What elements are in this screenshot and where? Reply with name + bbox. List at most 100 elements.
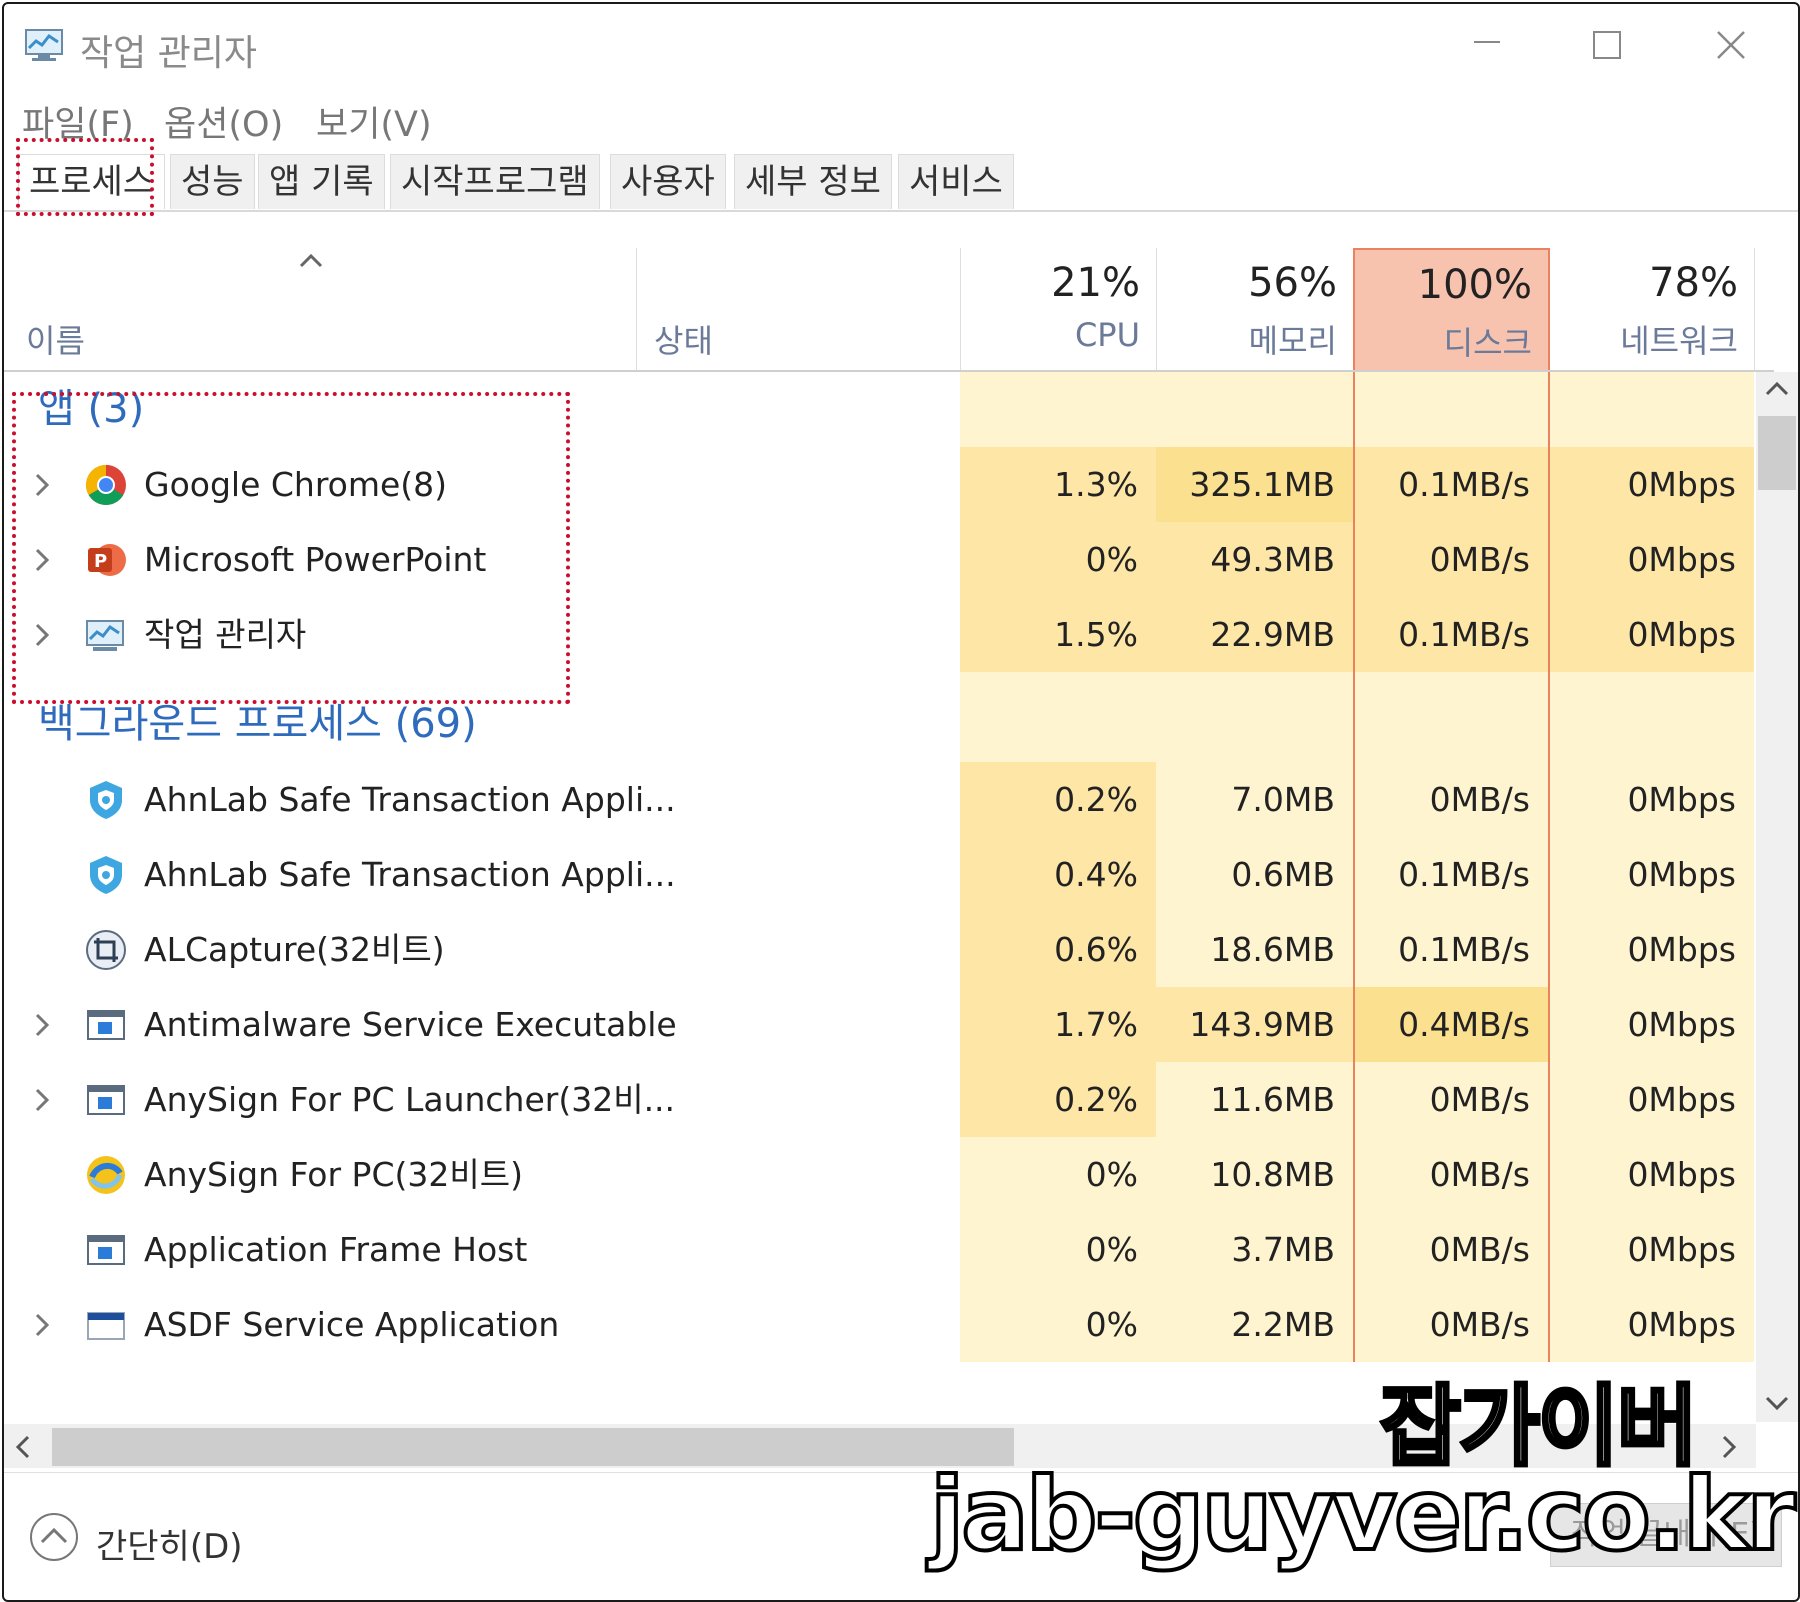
- menu-options[interactable]: 옵션(O): [164, 96, 283, 147]
- header-memory[interactable]: 56% 메모리: [1156, 248, 1354, 370]
- cell-memory: 10.8MB: [1156, 1137, 1353, 1212]
- group-background-label: 백그라운드 프로세스 (69): [38, 701, 477, 747]
- cell-cpu: 0%: [960, 1137, 1156, 1212]
- cell-memory: 49.3MB: [1156, 522, 1353, 597]
- title-bar: 작업 관리자: [4, 4, 1798, 88]
- cell-memory: 22.9MB: [1156, 597, 1353, 672]
- table-row[interactable]: 작업 관리자 1.5% 22.9MB 0.1MB/s 0Mbps: [4, 597, 1756, 672]
- cell-cpu: 0.4%: [960, 837, 1156, 912]
- scroll-left-icon[interactable]: [14, 1434, 32, 1460]
- process-name: ALCapture(32비트): [144, 930, 445, 969]
- table-row[interactable]: ALCapture(32비트) 0.6% 18.6MB 0.1MB/s 0Mbp…: [4, 912, 1756, 987]
- table-row[interactable]: AnySign For PC Launcher(32비... 0.2% 11.6…: [4, 1062, 1756, 1137]
- chevron-right-icon[interactable]: [30, 1309, 54, 1341]
- cell-disk: 0MB/s: [1353, 522, 1550, 597]
- header-disk[interactable]: 100% 디스크: [1353, 248, 1550, 370]
- cell-disk: 0.4MB/s: [1353, 987, 1550, 1062]
- maximize-icon: [1593, 31, 1621, 59]
- network-total: 78%: [1649, 260, 1738, 306]
- svg-text:P: P: [94, 551, 107, 572]
- process-name: AnySign For PC Launcher(32비...: [144, 1080, 676, 1119]
- scroll-down-icon[interactable]: [1764, 1394, 1790, 1412]
- cell-cpu: 1.7%: [960, 987, 1156, 1062]
- process-name: ASDF Service Application: [144, 1305, 560, 1344]
- cell-memory: 2.2MB: [1156, 1287, 1353, 1362]
- cell-disk: 0.1MB/s: [1353, 912, 1550, 987]
- chevron-up-circle-icon[interactable]: [28, 1511, 80, 1563]
- chevron-right-icon[interactable]: [30, 544, 54, 576]
- tab-users[interactable]: 사용자: [610, 154, 726, 209]
- anysign-icon: [87, 1156, 125, 1194]
- chrome-icon: [86, 465, 126, 505]
- vertical-scrollbar[interactable]: [1756, 372, 1798, 1422]
- menu-file[interactable]: 파일(F): [22, 96, 134, 147]
- chevron-right-icon[interactable]: [30, 469, 54, 501]
- tab-services[interactable]: 서비스: [898, 154, 1014, 209]
- cell-memory: 18.6MB: [1156, 912, 1353, 987]
- column-header: 이름 상태 21% CPU 56% 메모리 100% 디스크 78% 네트워크: [4, 248, 1774, 372]
- cell-network: 0Mbps: [1550, 447, 1754, 522]
- chevron-right-icon[interactable]: [30, 1009, 54, 1041]
- disk-label: 디스크: [1443, 324, 1532, 362]
- table-row[interactable]: ASDF Service Application 0% 2.2MB 0MB/s …: [4, 1287, 1756, 1362]
- group-apps-label: 앱 (3): [38, 386, 145, 432]
- header-name[interactable]: 이름: [4, 248, 637, 370]
- cell-network: 0Mbps: [1550, 597, 1754, 672]
- process-name: 작업 관리자: [144, 615, 307, 654]
- header-network[interactable]: 78% 네트워크: [1550, 248, 1755, 370]
- cell-empty: [1353, 672, 1550, 762]
- cell-cpu: 0.2%: [960, 762, 1156, 837]
- tab-processes[interactable]: 프로세스: [18, 154, 166, 209]
- table-row[interactable]: Google Chrome(8) 1.3% 325.1MB 0.1MB/s 0M…: [4, 447, 1756, 522]
- process-name: Google Chrome(8): [144, 465, 448, 504]
- cell-network: 0Mbps: [1550, 987, 1754, 1062]
- close-button[interactable]: [1706, 26, 1756, 70]
- tab-details[interactable]: 세부 정보: [734, 154, 892, 209]
- tab-performance[interactable]: 성능: [170, 154, 255, 209]
- cell-disk: 0.1MB/s: [1353, 447, 1550, 522]
- cell-memory: 0.6MB: [1156, 837, 1353, 912]
- header-name-label: 이름: [26, 322, 85, 360]
- cell-cpu: 1.5%: [960, 597, 1156, 672]
- cell-memory: 11.6MB: [1156, 1062, 1353, 1137]
- tab-startup[interactable]: 시작프로그램: [390, 154, 600, 209]
- fewer-details-link[interactable]: 간단히(D): [96, 1519, 243, 1568]
- table-row[interactable]: AnySign For PC(32비트) 0% 10.8MB 0MB/s 0Mb…: [4, 1137, 1756, 1212]
- task-manager-icon: [25, 29, 63, 61]
- process-name: Microsoft PowerPoint: [144, 540, 487, 579]
- table-row[interactable]: AhnLab Safe Transaction Appli... 0.4% 0.…: [4, 837, 1756, 912]
- header-status[interactable]: 상태: [636, 248, 961, 370]
- minimize-button[interactable]: [1462, 26, 1512, 70]
- chevron-right-icon[interactable]: [30, 1084, 54, 1116]
- cell-disk: 0.1MB/s: [1353, 597, 1550, 672]
- cell-network: 0Mbps: [1550, 837, 1754, 912]
- window-title: 작업 관리자: [80, 33, 258, 74]
- horizontal-scroll-thumb[interactable]: [52, 1428, 1014, 1466]
- table-row[interactable]: Application Frame Host 0% 3.7MB 0MB/s 0M…: [4, 1212, 1756, 1287]
- disk-total: 100%: [1417, 262, 1532, 308]
- vertical-scroll-thumb[interactable]: [1758, 416, 1796, 490]
- window-app-icon: [87, 1010, 125, 1040]
- tab-app-history[interactable]: 앱 기록: [258, 154, 385, 209]
- cell-network: 0Mbps: [1550, 1137, 1754, 1212]
- header-cpu[interactable]: 21% CPU: [960, 248, 1157, 370]
- window-app-icon: [87, 1085, 125, 1115]
- scroll-up-icon[interactable]: [1764, 380, 1790, 398]
- cell-disk: 0MB/s: [1353, 1137, 1550, 1212]
- table-row[interactable]: Antimalware Service Executable 1.7% 143.…: [4, 987, 1756, 1062]
- cell-cpu: 0%: [960, 1212, 1156, 1287]
- process-name: AhnLab Safe Transaction Appli...: [144, 780, 676, 819]
- task-manager-icon: [86, 620, 124, 651]
- cell-empty: [960, 672, 1156, 762]
- table-row[interactable]: AhnLab Safe Transaction Appli... 0.2% 7.…: [4, 762, 1756, 837]
- cell-network: 0Mbps: [1550, 1212, 1754, 1287]
- tab-bar: 프로세스 성능 앱 기록 시작프로그램 사용자 세부 정보 서비스: [4, 148, 1798, 212]
- maximize-button[interactable]: [1582, 26, 1632, 70]
- network-label: 네트워크: [1620, 322, 1738, 360]
- powerpoint-icon: P: [88, 544, 126, 576]
- memory-label: 메모리: [1248, 322, 1337, 360]
- asdf-icon: [87, 1312, 125, 1340]
- chevron-right-icon[interactable]: [30, 619, 54, 651]
- menu-view[interactable]: 보기(V): [316, 96, 432, 147]
- table-row[interactable]: P Microsoft PowerPoint 0% 49.3MB 0MB/s 0…: [4, 522, 1756, 597]
